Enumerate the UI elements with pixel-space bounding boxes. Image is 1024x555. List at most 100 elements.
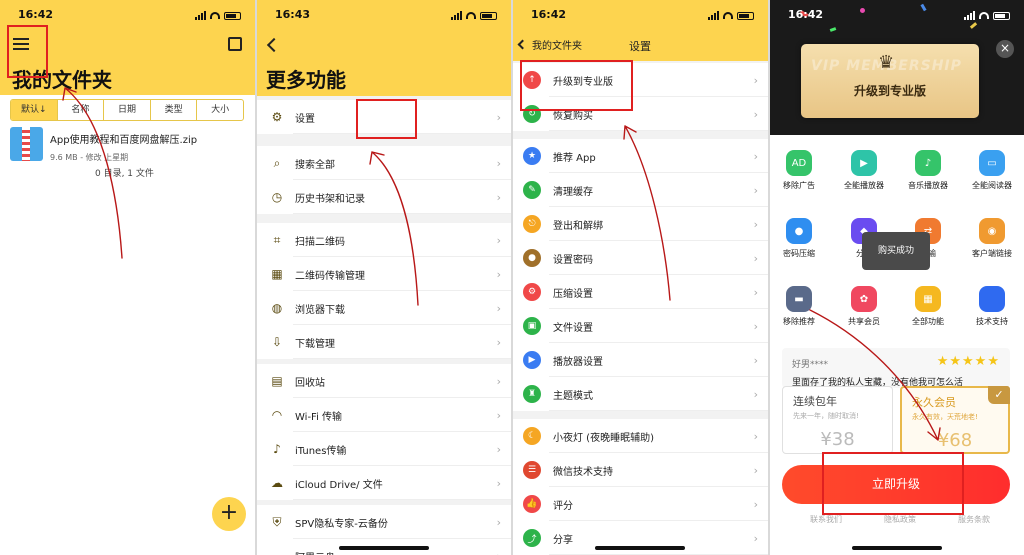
wifi-icon: [723, 12, 733, 19]
signal-icon: [195, 11, 206, 20]
clock-icon: ◷: [271, 190, 283, 204]
chevron-right-icon: ›: [753, 429, 758, 443]
feature-label: 客户端链接: [972, 249, 1012, 258]
sort-tab-date[interactable]: 日期: [104, 100, 151, 120]
settings-item[interactable]: ☾ 小夜灯 (夜晚睡眠辅助) ›: [513, 419, 768, 453]
settings-item-label: 设置密码: [553, 254, 593, 266]
menu-item-label: 浏览器下载: [295, 304, 345, 316]
shield-icon: ⛨: [272, 514, 282, 529]
card-title: 升级到专业版: [853, 84, 926, 98]
menu-item[interactable]: ▤ 回收站 ›: [257, 364, 511, 398]
page-title: 更多功能: [266, 68, 346, 92]
close-button[interactable]: ×: [996, 40, 1014, 58]
menu-item[interactable]: ◍ 浏览器下载 ›: [257, 291, 511, 325]
shirt-icon: ♜: [523, 385, 541, 403]
settings-screen: 16:42 我的文件夹 设置 ↑ 升级到专业版 › ↻ 恢复购买 › ★ 推荐 …: [513, 0, 768, 555]
settings-item[interactable]: ▶ 播放器设置 ›: [513, 343, 768, 377]
chevron-right-icon: ›: [753, 183, 758, 197]
wifi-icon: [979, 12, 989, 19]
menu-item[interactable]: ◷ 历史书架和记录 ›: [257, 180, 511, 214]
sort-tab-type[interactable]: 类型: [151, 100, 198, 120]
status-bar: 16:42: [770, 8, 1024, 24]
plan-yearly[interactable]: 连续包年 先来一年，随时取消! ¥38: [782, 386, 893, 454]
chevron-right-icon: ›: [753, 353, 758, 367]
battery-icon: [224, 11, 241, 20]
sort-tab-size[interactable]: 大小: [197, 100, 243, 120]
privacy-link[interactable]: 隐私政策: [884, 514, 916, 525]
file-name[interactable]: App使用教程和百度网盘解压.zip: [50, 131, 197, 146]
edit-icon[interactable]: [228, 37, 242, 51]
settings-item-label: 播放器设置: [553, 356, 603, 368]
terms-link[interactable]: 服务条款: [958, 514, 990, 525]
plan-lifetime[interactable]: 永久会员 永久有效，天荒地老! ¥68 ✓: [900, 386, 1010, 454]
search-icon: ⌕: [273, 155, 281, 170]
thumb-icon: 👍: [523, 495, 541, 513]
play-icon: ▶: [851, 150, 877, 176]
review-card: 好男**** ★★★★★ 里面存了我的私人宝藏，没有他我可怎么活: [782, 348, 1010, 388]
gear-icon: ⚙: [523, 283, 541, 301]
contact-link[interactable]: 联系我们: [810, 514, 842, 525]
plan-name: 连续包年: [793, 395, 837, 408]
settings-item[interactable]: 👍 评分 ›: [513, 487, 768, 521]
status-time: 16:43: [275, 8, 311, 21]
feature-item: AD 移除广告: [775, 150, 823, 191]
menu-item[interactable]: ◠ Wi-Fi 传输 ›: [257, 398, 511, 432]
menu-item-label: iCloud Drive/ 文件: [295, 479, 383, 491]
settings-item[interactable]: ⚙ 压缩设置 ›: [513, 275, 768, 309]
menu-item-label: Wi-Fi 传输: [295, 411, 343, 423]
moon-icon: ☾: [523, 427, 541, 445]
settings-item[interactable]: ★ 推荐 App ›: [513, 139, 768, 173]
qrcode-icon: ▦: [271, 267, 283, 281]
plan-price: ¥68: [937, 430, 973, 451]
chevron-right-icon: ›: [496, 408, 501, 422]
chevron-right-icon: ›: [753, 531, 758, 545]
settings-item[interactable]: ▣ 文件设置 ›: [513, 309, 768, 343]
settings-item-label: 小夜灯 (夜晚睡眠辅助): [553, 432, 654, 444]
settings-item[interactable]: ☰ 微信技术支持 ›: [513, 453, 768, 487]
add-button[interactable]: +: [212, 497, 246, 531]
file-icon: ▣: [523, 317, 541, 335]
sort-tabs: 默认↓ 名称 日期 类型 大小: [10, 99, 244, 121]
toast: 购买成功: [862, 232, 930, 270]
feature-label: 全部功能: [912, 317, 944, 326]
settings-item[interactable]: ✎ 清理缓存 ›: [513, 173, 768, 207]
chevron-right-icon: ›: [496, 156, 501, 170]
feature-item: ▶ 全能播放器: [840, 150, 888, 191]
zip-file-icon: [10, 127, 43, 161]
sort-tab-default[interactable]: 默认↓: [11, 100, 58, 120]
star-icon: ★: [523, 147, 541, 165]
menu-item[interactable]: ⛨ SPV隐私专家-云备份 ›: [257, 505, 511, 539]
lock-icon: ●: [523, 249, 541, 267]
file-browser-screen: 16:42 我的文件夹 默认↓ 名称 日期 类型 大小 App使用教程和百度网盘…: [0, 0, 255, 555]
sort-tab-name[interactable]: 名称: [58, 100, 105, 120]
feature-item: ✿ 共享会员: [840, 286, 888, 327]
review-user: 好男****: [792, 360, 829, 370]
menu-item[interactable]: ▦ 二维码传输管理 ›: [257, 257, 511, 291]
lock-icon: ●: [786, 218, 812, 244]
menu-item[interactable]: ⌕ 搜索全部 ›: [257, 146, 511, 180]
settings-item[interactable]: ♜ 主题模式 ›: [513, 377, 768, 411]
status-time: 16:42: [531, 8, 567, 21]
menu-item[interactable]: ☁ iCloud Drive/ 文件 ›: [257, 466, 511, 500]
back-icon: [517, 39, 528, 50]
trash-icon: ▤: [271, 374, 283, 388]
settings-item-label: 推荐 App: [553, 152, 596, 164]
file-meta: 9.6 MB - 修改 上星期: [50, 153, 129, 162]
menu-item[interactable]: ♪ iTunes传输 ›: [257, 432, 511, 466]
chevron-right-icon: ›: [496, 190, 501, 204]
menu-item-label: 二维码传输管理: [295, 270, 365, 282]
menu-item[interactable]: ⇩ 下载管理 ›: [257, 325, 511, 359]
download-icon: ⇩: [271, 335, 283, 349]
feature-item: ▬ 移除推荐: [775, 286, 823, 327]
settings-item[interactable]: ⎋ 登出和解绑 ›: [513, 207, 768, 241]
feature-label: 密码压缩: [783, 249, 815, 258]
settings-item-label: 登出和解绑: [553, 220, 603, 232]
back-button[interactable]: 我的文件夹: [517, 37, 582, 52]
menu-item-label: 扫描二维码: [295, 236, 345, 248]
feature-label: 音乐播放器: [908, 181, 948, 190]
settings-item[interactable]: ● 设置密码 ›: [513, 241, 768, 275]
menu-item[interactable]: ⌗ 扫描二维码 ›: [257, 223, 511, 257]
annotation-box: [356, 99, 417, 139]
chevron-right-icon: ›: [496, 301, 501, 315]
settings-item-label: 清理缓存: [553, 186, 593, 198]
